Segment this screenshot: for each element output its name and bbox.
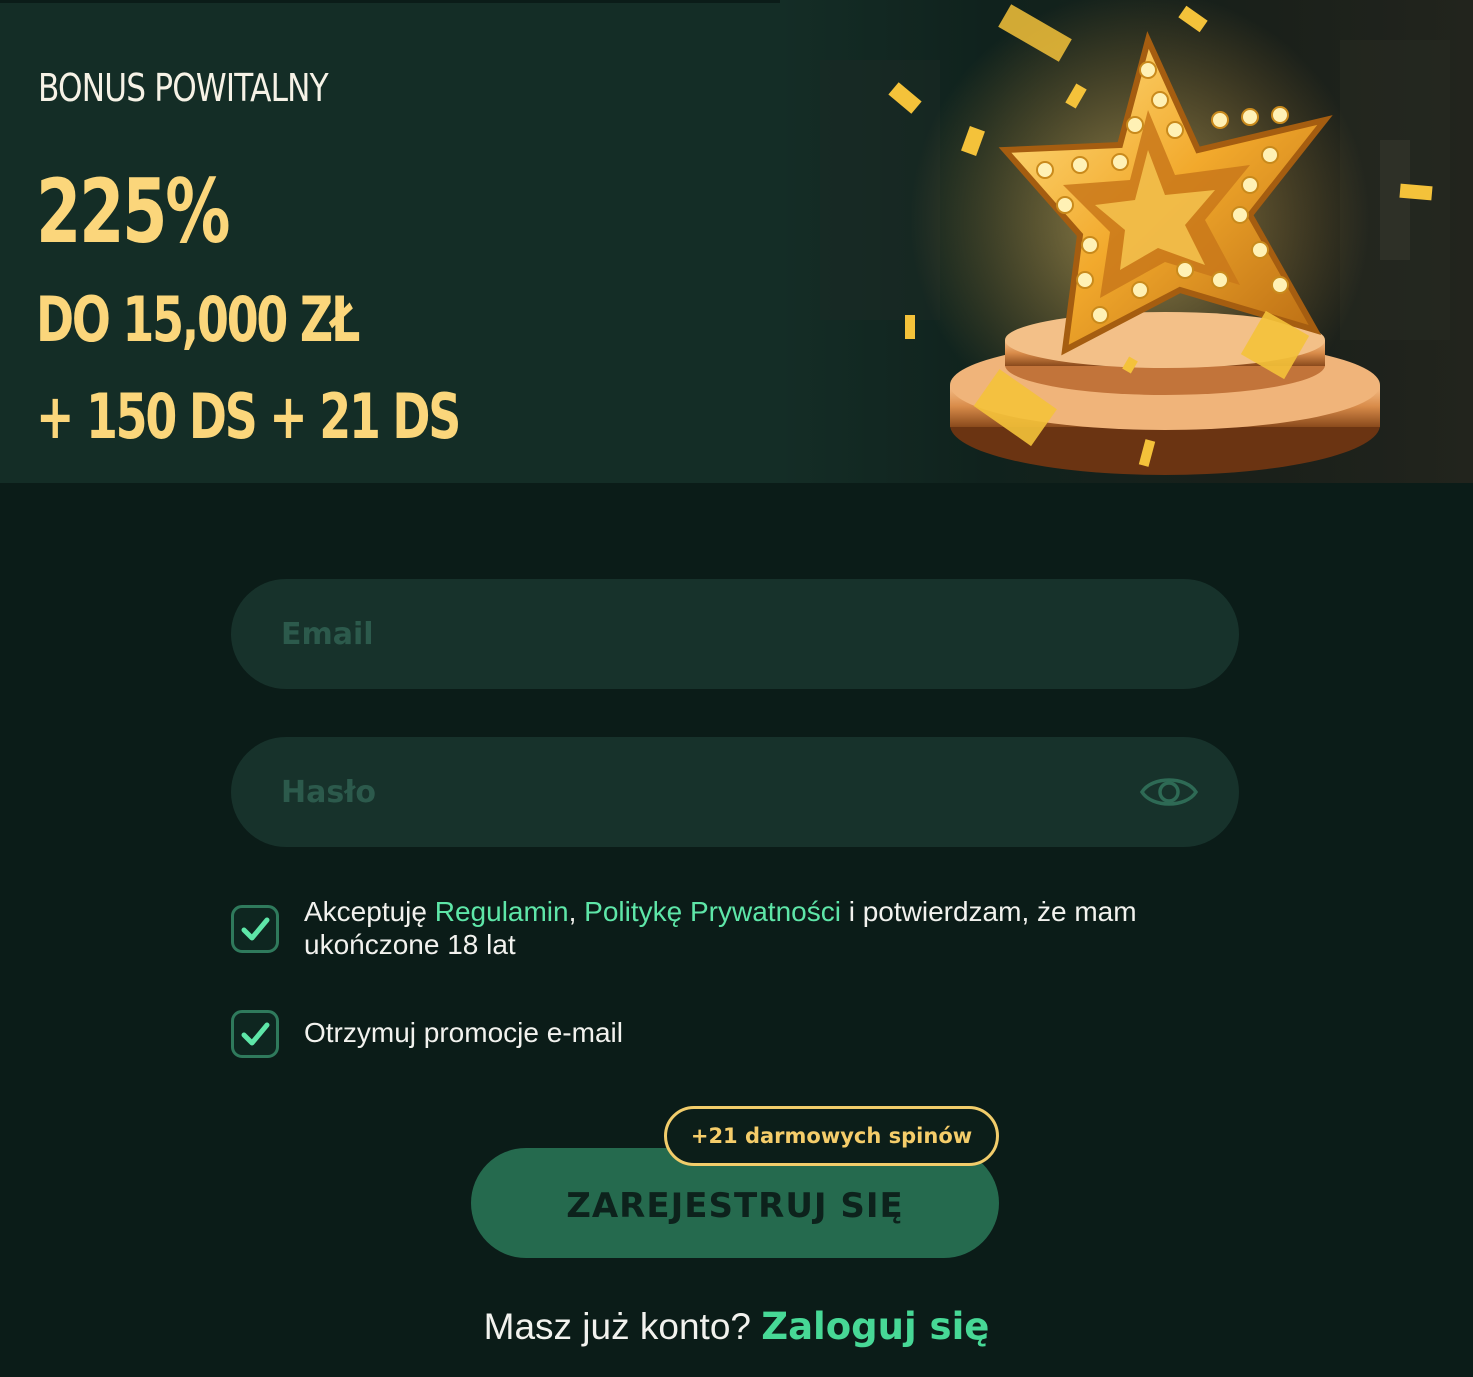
promo-checkbox[interactable]	[231, 1010, 279, 1058]
checkmark-icon	[241, 917, 270, 941]
password-input[interactable]	[281, 762, 1101, 822]
checkmark-icon	[241, 1022, 270, 1046]
promo-label: Otrzymuj promocje e-mail	[304, 1017, 623, 1048]
terms-link[interactable]: Regulamin	[435, 896, 569, 927]
terms-checkbox[interactable]	[231, 905, 279, 953]
login-link[interactable]: Zaloguj się	[761, 1305, 989, 1348]
email-field[interactable]	[231, 579, 1239, 689]
terms-prefix: Akceptuję	[304, 896, 435, 927]
gold-star-trophy-icon	[820, 0, 1450, 475]
login-question: Masz już konto?	[483, 1306, 751, 1347]
terms-separator: ,	[568, 896, 585, 927]
privacy-policy-link[interactable]: Politykę Prywatności	[584, 896, 841, 927]
free-spins-badge: +21 darmowych spinów	[664, 1106, 999, 1166]
welcome-bonus-banner: BONUS POWITALNY 225% DO 15,000 ZŁ + 150 …	[0, 0, 1473, 483]
login-prompt: Masz już konto? Zaloguj się	[0, 1305, 1473, 1348]
email-input[interactable]	[281, 604, 1101, 664]
eye-icon[interactable]	[1139, 770, 1199, 814]
bonus-spins: + 150 DS + 21 DS	[36, 380, 461, 453]
password-field[interactable]	[231, 737, 1239, 847]
bonus-percent: 225%	[36, 160, 231, 263]
banner-illustration	[780, 0, 1473, 483]
bonus-amount: DO 15,000 ZŁ	[36, 283, 360, 356]
terms-label: Akceptuję Regulamin, Politykę Prywatnośc…	[304, 895, 1254, 961]
bonus-title: BONUS POWITALNY	[38, 66, 329, 110]
